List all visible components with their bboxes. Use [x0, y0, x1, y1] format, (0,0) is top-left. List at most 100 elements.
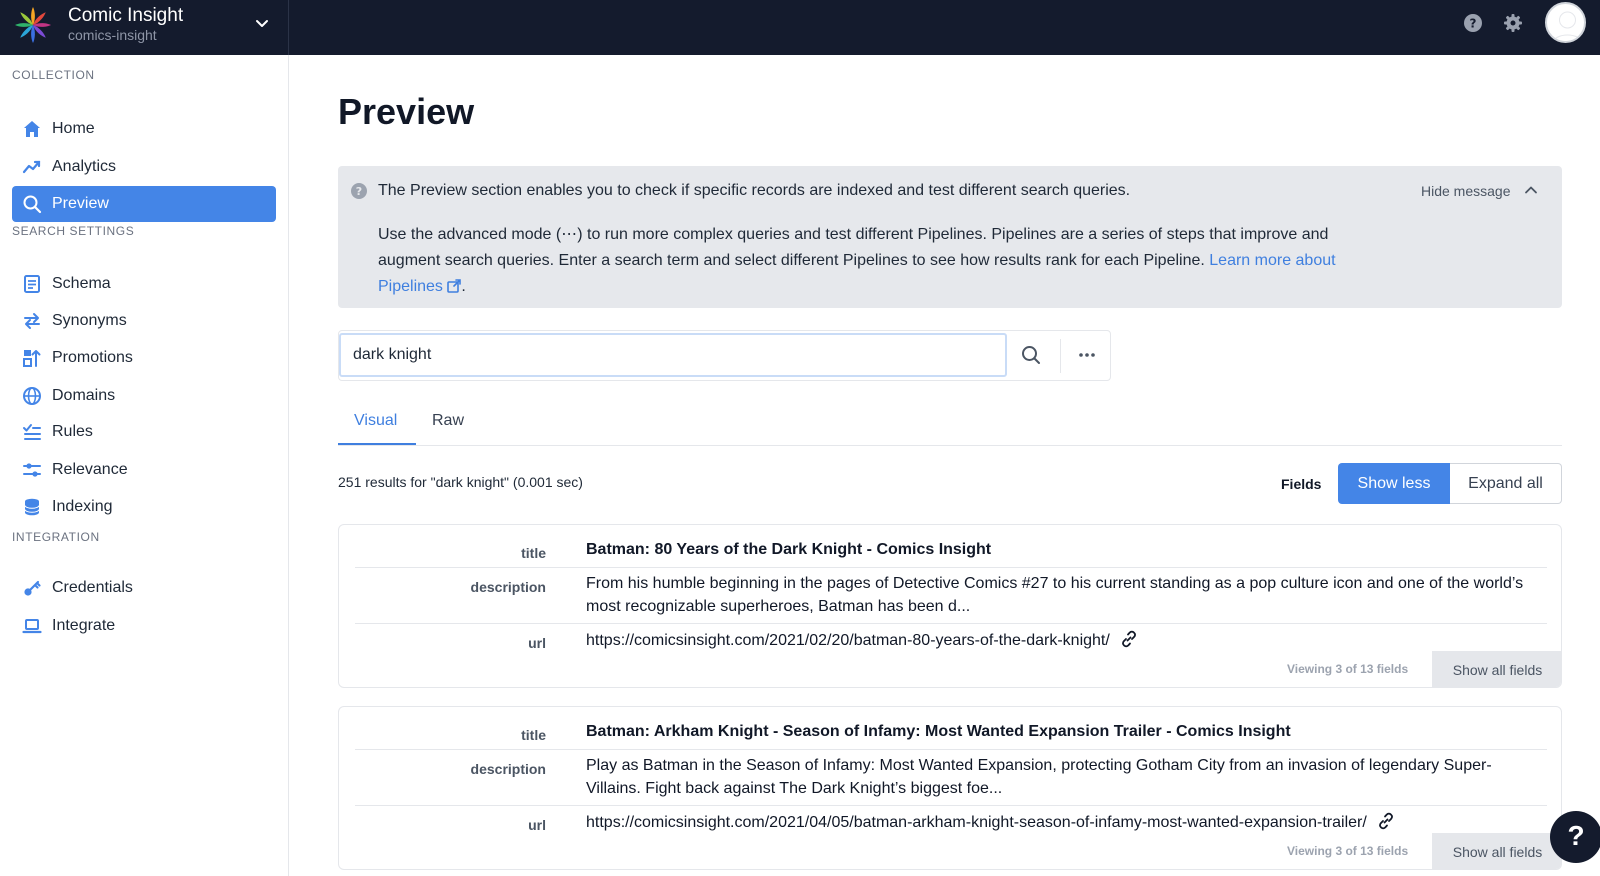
help-circle-icon: ? [351, 183, 367, 199]
laptop-icon [22, 619, 42, 634]
org-slug: comics-insight [68, 27, 157, 43]
sidebar-item-promotions[interactable]: Promotions [12, 340, 276, 376]
section-title-integration: Integration [12, 530, 100, 544]
user-icon [1552, 11, 1583, 41]
top-bar: Comic Insight comics-insight ? [0, 0, 1600, 55]
callout-period: . [461, 278, 466, 295]
arrows-swap-icon [24, 313, 40, 329]
sidebar-item-preview[interactable]: Preview [12, 186, 276, 222]
search-icon [23, 195, 42, 214]
section-title-collection: Collection [12, 68, 95, 82]
active-tab-indicator [338, 443, 416, 445]
avatar[interactable] [1545, 2, 1586, 43]
field-key: url [528, 635, 546, 651]
field-row-title: title Batman: Arkham Knight - Season of … [355, 707, 1547, 750]
sidebar-item-home[interactable]: Home [12, 111, 276, 147]
viewing-fields-count: Viewing 3 of 13 fields [1287, 662, 1409, 676]
sidebar: Collection Home Analytics Preview Search… [0, 55, 289, 876]
external-link-icon [447, 279, 462, 293]
sidebar-item-analytics[interactable]: Analytics [12, 149, 276, 185]
field-value-title: Batman: Arkham Knight - Season of Infamy… [586, 723, 1291, 740]
fields-label: Fields [1281, 476, 1322, 492]
sidebar-item-domains[interactable]: Domains [12, 378, 276, 414]
sidebar-item-label: Analytics [52, 158, 117, 175]
divider [1060, 339, 1061, 373]
field-row-url: url https://comicsinsight.com/2021/04/05… [355, 806, 1547, 840]
search-bar [338, 330, 1111, 381]
analytics-icon [22, 160, 41, 174]
key-icon [24, 580, 41, 596]
show-all-fields-button[interactable]: Show all fields [1432, 833, 1561, 869]
field-key: title [521, 545, 546, 561]
results-summary: 251 results for "dark knight" (0.001 sec… [338, 474, 583, 490]
sliders-icon [23, 463, 41, 477]
info-callout: ? The Preview section enables you to che… [338, 166, 1562, 308]
field-key: url [528, 817, 546, 833]
field-row-url: url https://comicsinsight.com/2021/02/20… [355, 624, 1547, 658]
help-chat-button[interactable]: ? [1550, 811, 1600, 863]
sidebar-item-indexing[interactable]: Indexing [12, 489, 276, 525]
sidebar-item-integrate[interactable]: Integrate [12, 608, 276, 644]
hide-message-button[interactable]: Hide message [1421, 183, 1511, 199]
field-value-description: From his humble beginning in the pages o… [586, 575, 1524, 615]
field-key: description [470, 761, 546, 777]
sidebar-item-label: Promotions [52, 349, 133, 366]
field-row-title: title Batman: 80 Years of the Dark Knigh… [355, 525, 1547, 568]
field-value-url: https://comicsinsight.com/2021/02/20/bat… [586, 629, 1536, 652]
sidebar-item-label: Domains [52, 387, 116, 404]
search-input[interactable] [339, 333, 1007, 377]
globe-icon [23, 387, 41, 405]
sidebar-item-schema[interactable]: Schema [12, 266, 276, 302]
logo-icon [15, 7, 51, 43]
field-value-description: Play as Batman in the Season of Infamy: … [586, 757, 1492, 797]
org-switcher[interactable]: Comic Insight comics-insight [0, 0, 289, 55]
expand-all-button[interactable]: Expand all [1450, 463, 1562, 504]
sidebar-item-label: Home [52, 120, 95, 137]
home-icon [24, 121, 40, 137]
tab-visual[interactable]: Visual [354, 412, 397, 430]
sidebar-item-label: Integrate [52, 617, 116, 634]
tab-raw[interactable]: Raw [432, 412, 464, 430]
svg-text:?: ? [356, 185, 362, 198]
rules-icon [23, 424, 41, 440]
show-less-button[interactable]: Show less [1338, 463, 1450, 504]
sidebar-item-credentials[interactable]: Credentials [12, 570, 276, 606]
search-icon[interactable] [1019, 343, 1043, 367]
section-title-search-settings: Search Settings [12, 224, 135, 238]
field-row-description: description From his humble beginning in… [355, 568, 1547, 624]
url-text: https://comicsinsight.com/2021/04/05/bat… [586, 814, 1367, 831]
sidebar-item-label: Relevance [52, 461, 128, 478]
sidebar-item-label: Indexing [52, 498, 113, 515]
database-icon [24, 498, 40, 516]
schema-icon [24, 275, 40, 293]
view-tabs: Visual Raw [338, 400, 1562, 446]
sidebar-item-relevance[interactable]: Relevance [12, 452, 276, 488]
result-card: title Batman: Arkham Knight - Season of … [338, 706, 1562, 870]
sidebar-item-synonyms[interactable]: Synonyms [12, 303, 276, 339]
chevron-up-icon[interactable] [1523, 182, 1539, 198]
callout-text-body: Use the advanced mode (⋯) to run more co… [378, 226, 1329, 269]
field-key: title [521, 727, 546, 743]
org-name: Comic Insight [68, 5, 184, 26]
svg-text:?: ? [1470, 17, 1477, 31]
show-all-fields-button[interactable]: Show all fields [1432, 651, 1561, 687]
result-card: title Batman: 80 Years of the Dark Knigh… [338, 524, 1562, 688]
link-icon[interactable] [1377, 812, 1395, 830]
callout-text-primary: The Preview section enables you to check… [378, 182, 1131, 199]
callout-text-secondary: Use the advanced mode (⋯) to run more co… [378, 222, 1388, 300]
sidebar-item-label: Synonyms [52, 312, 127, 329]
url-text: https://comicsinsight.com/2021/02/20/bat… [586, 632, 1110, 649]
promotions-icon [23, 350, 41, 367]
more-options-icon[interactable] [1075, 343, 1099, 367]
chevron-down-icon[interactable] [252, 14, 272, 34]
sidebar-item-rules[interactable]: Rules [12, 414, 276, 450]
field-value-url: https://comicsinsight.com/2021/04/05/bat… [586, 811, 1536, 834]
link-icon[interactable] [1120, 630, 1138, 648]
help-icon[interactable]: ? [1463, 13, 1483, 33]
field-row-description: description Play as Batman in the Season… [355, 750, 1547, 806]
gear-icon[interactable] [1503, 13, 1523, 33]
sidebar-item-label: Schema [52, 275, 111, 292]
sidebar-item-label: Credentials [52, 579, 133, 596]
page-title: Preview [338, 91, 475, 132]
sidebar-item-label: Rules [52, 423, 93, 440]
